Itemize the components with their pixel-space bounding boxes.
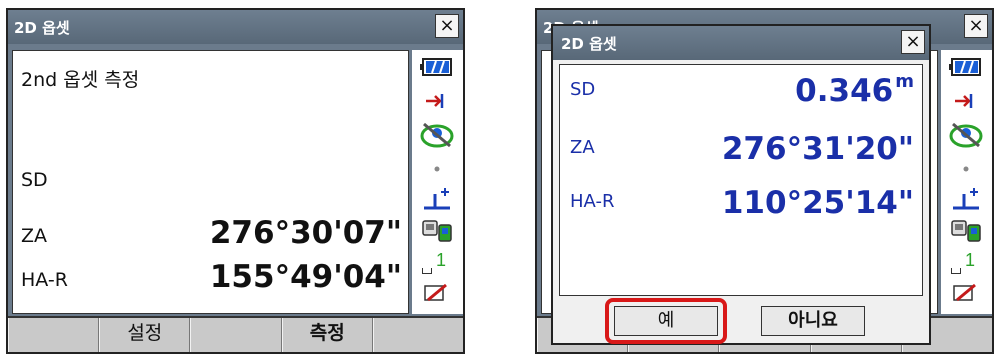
number-indicator: 1: [965, 250, 976, 270]
result-dialog: 2D 옵셋 × SD 0.346 m ZA 276°31'20" HA-R 110…: [551, 24, 931, 345]
status-sidebar: 1: [412, 50, 463, 314]
device-icon[interactable]: [949, 218, 983, 244]
dialog-close-button[interactable]: ×: [901, 30, 925, 54]
edit-icon[interactable]: [420, 282, 454, 304]
status-sidebar: 1: [941, 50, 992, 314]
battery-icon[interactable]: [420, 56, 454, 78]
prism-icon[interactable]: [949, 120, 983, 150]
za-value: 276°31'20": [721, 131, 914, 167]
battery-icon[interactable]: [949, 56, 983, 78]
za-label: ZA: [21, 225, 48, 247]
yes-button-highlight: [605, 298, 727, 344]
sd-unit: m: [895, 71, 914, 92]
slot-icon: [951, 268, 961, 274]
softkey-settings[interactable]: 설정: [99, 318, 191, 352]
ha-r-label: HA-R: [21, 269, 68, 291]
za-value: 276°30'07": [209, 215, 402, 251]
ha-r-value: 110°25'14": [721, 185, 914, 221]
prism-icon[interactable]: [420, 120, 454, 150]
tilt-icon[interactable]: [949, 186, 983, 212]
dot-icon: [963, 166, 969, 172]
number-indicator: 1: [436, 250, 447, 270]
ha-r-value: 155°49'04": [209, 259, 402, 295]
sd-value: 0.346: [795, 73, 894, 109]
no-button[interactable]: 아니요: [761, 306, 865, 336]
close-button[interactable]: ×: [964, 14, 988, 38]
sd-label: SD: [570, 79, 596, 100]
softkey-3[interactable]: [190, 318, 282, 352]
dialog-title: 2D 옵셋: [561, 35, 617, 53]
measurement-panel: 2nd 옵셋 측정 SD ZA 276°30'07" HA-R 155°49'0…: [12, 50, 409, 314]
left-screen: 2D 옵셋 × 2nd 옵셋 측정 SD ZA 276°30'07" HA-R …: [6, 8, 465, 354]
title-bar: 2D 옵셋 ×: [8, 10, 463, 44]
slot-icon: [422, 268, 432, 274]
panel-heading: 2nd 옵셋 측정: [21, 69, 140, 91]
window-title: 2D 옵셋: [14, 19, 70, 37]
sd-label: SD: [21, 169, 48, 191]
ha-r-label: HA-R: [570, 191, 615, 212]
right-screen: 2D 옵셋 × 1 2D 옵셋 × SD 0.346m ZA 276°31: [535, 8, 994, 354]
dot-icon: [434, 166, 440, 172]
edit-icon[interactable]: [949, 282, 983, 304]
za-label: ZA: [570, 137, 595, 158]
close-button[interactable]: ×: [435, 14, 459, 38]
device-icon[interactable]: [420, 218, 454, 244]
softkey-5[interactable]: [372, 318, 463, 352]
number-icon[interactable]: 1: [422, 250, 456, 276]
dialog-result-panel: SD 0.346 m ZA 276°31'20" HA-R 110°25'14": [559, 64, 923, 296]
dialog-title-bar: 2D 옵셋 ×: [553, 26, 929, 60]
sd-value-group: 0.346 m: [795, 71, 914, 109]
softkey-bar: 설정 측정: [8, 316, 463, 352]
softkey-measure[interactable]: 측정: [281, 318, 373, 352]
number-icon[interactable]: 1: [951, 250, 985, 276]
softkey-1[interactable]: [8, 318, 100, 352]
target-arrow-icon[interactable]: [949, 90, 983, 112]
target-arrow-icon[interactable]: [420, 90, 454, 112]
tilt-icon[interactable]: [420, 186, 454, 212]
